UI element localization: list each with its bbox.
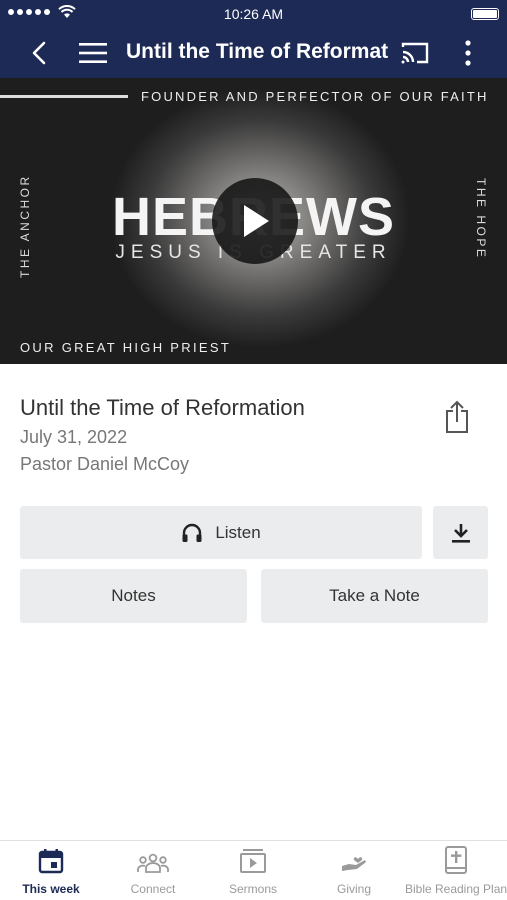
battery-icon — [471, 8, 499, 20]
video-library-icon — [239, 841, 267, 877]
status-bar: 10:26 AM — [0, 0, 507, 28]
listen-label: Listen — [215, 522, 261, 542]
take-a-note-label: Take a Note — [329, 586, 420, 605]
tab-bible-reading-plan[interactable]: Bible Reading Plan — [404, 841, 507, 900]
hamburger-menu-icon — [79, 43, 107, 63]
sermon-date: July 31, 2022 — [20, 427, 128, 447]
people-icon — [137, 841, 169, 877]
nav-bar: Until the Time of Reformation... — [0, 28, 507, 78]
tab-label: Sermons — [228, 882, 278, 896]
tab-giving[interactable]: Giving — [313, 841, 395, 900]
headphones-icon — [182, 523, 202, 542]
listen-button[interactable]: Listen — [20, 506, 422, 559]
decorative-rule — [0, 95, 128, 98]
status-time: 10:26 AM — [223, 6, 284, 22]
more-options-button[interactable] — [456, 28, 480, 78]
tab-connect[interactable]: Connect — [112, 841, 194, 900]
play-icon — [244, 205, 269, 237]
more-vertical-icon — [465, 40, 471, 66]
calendar-icon — [38, 841, 64, 877]
play-button[interactable] — [212, 178, 298, 264]
download-icon — [451, 523, 470, 543]
take-a-note-button[interactable]: Take a Note — [261, 569, 488, 623]
cast-button[interactable] — [398, 28, 432, 78]
chevron-left-icon — [32, 41, 46, 65]
bottom-tab-bar: This week Connect Sermons Giving Bible R… — [0, 840, 507, 900]
tab-label: Connect — [130, 882, 176, 896]
tab-sermons[interactable]: Sermons — [212, 841, 294, 900]
share-icon — [446, 400, 468, 433]
bible-icon — [444, 841, 468, 877]
sermon-video-player[interactable]: FOUNDER AND PERFECTOR OF OUR FAITH THE A… — [0, 78, 507, 364]
menu-button[interactable] — [76, 28, 110, 78]
page-title: Until the Time of Reformation... — [126, 40, 388, 63]
download-button[interactable] — [433, 506, 488, 559]
tab-label: Bible Reading Plan — [404, 882, 507, 896]
tab-label: This week — [22, 882, 80, 896]
notes-button[interactable]: Notes — [20, 569, 247, 623]
sermon-title: Until the Time of Reformation — [20, 395, 305, 420]
sermon-speaker: Pastor Daniel McCoy — [20, 454, 190, 474]
hand-heart-icon — [340, 841, 368, 877]
notes-label: Notes — [111, 586, 156, 605]
cast-icon — [401, 42, 429, 64]
artwork-top-text: FOUNDER AND PERFECTOR OF OUR FAITH — [141, 89, 489, 104]
artwork-bottom-text: OUR GREAT HIGH PRIEST — [20, 340, 232, 355]
tab-label: Giving — [336, 882, 371, 896]
tab-this-week[interactable]: This week — [10, 841, 92, 900]
share-button[interactable] — [440, 398, 474, 436]
back-button[interactable] — [22, 28, 56, 78]
